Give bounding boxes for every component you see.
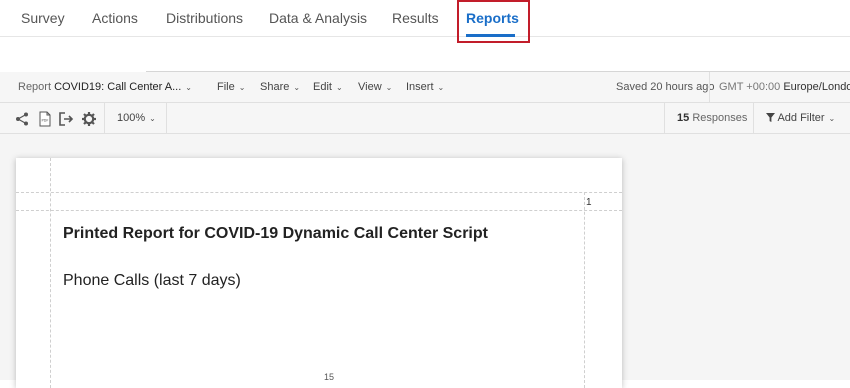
separator [166, 103, 167, 134]
timezone-selector[interactable]: GMT +00:00 Europe/London [719, 72, 850, 103]
filter-icon [766, 113, 775, 122]
report-menu-bar: Report COVID19: Call Center A... ⌄ File ⌄ … [0, 72, 850, 103]
menu-share[interactable]: Share ⌄ [260, 72, 300, 103]
add-filter-label: Add Filter [777, 112, 825, 124]
separator [709, 72, 710, 103]
report-page: 1 Printed Report for COVID-19 Dynamic Ca… [16, 158, 622, 388]
tab-data-analysis[interactable]: Data & Analysis [269, 0, 367, 37]
page-margin-guide [16, 210, 622, 211]
axis-tick-label: 15 [324, 372, 335, 382]
tab-survey[interactable]: Survey [21, 0, 65, 37]
tab-actions[interactable]: Actions [92, 0, 138, 37]
menu-insert[interactable]: Insert ⌄ [406, 72, 444, 103]
chevron-down-icon: ⌄ [185, 83, 192, 92]
reports-tab-highlight [457, 0, 530, 43]
separator [664, 103, 665, 134]
menu-view-label: View [358, 81, 382, 93]
tab-results[interactable]: Results [392, 0, 439, 37]
menu-file-label: File [217, 81, 235, 93]
chevron-down-icon: ⌄ [238, 83, 246, 92]
timezone-name: Europe/London [783, 81, 850, 93]
svg-text:PDF: PDF [41, 118, 48, 122]
menu-edit-label: Edit [313, 81, 332, 93]
tab-distributions[interactable]: Distributions [166, 0, 243, 37]
report-selector[interactable]: Report COVID19: Call Center A... ⌄ [18, 72, 192, 103]
zoom-select[interactable]: 100% ⌄ [117, 103, 156, 134]
share-nodes-icon[interactable] [14, 111, 30, 127]
page-margin-guide [50, 158, 51, 388]
chevron-down-icon: ⌄ [335, 83, 343, 92]
responses-count: 15 Responses [677, 103, 747, 134]
saved-status: Saved 20 hours ago [616, 81, 715, 93]
report-toolbar: PDF 100% ⌄ 15 Responses Add Filter ⌄ [0, 103, 850, 134]
menu-insert-label: Insert [406, 81, 434, 93]
settings-icon[interactable] [81, 111, 97, 127]
zoom-value: 100% [117, 112, 146, 124]
chevron-down-icon: ⌄ [149, 114, 156, 123]
add-filter-button[interactable]: Add Filter ⌄ [766, 103, 835, 134]
menu-share-label: Share [260, 81, 290, 93]
timezone-offset: GMT +00:00 [719, 81, 781, 93]
chart-title[interactable]: Phone Calls (last 7 days) [63, 272, 241, 290]
chevron-down-icon: ⌄ [293, 83, 301, 92]
chevron-down-icon: ⌄ [828, 114, 836, 123]
menu-file[interactable]: File ⌄ [217, 72, 245, 103]
top-navigation: Survey Actions Distributions Data & Anal… [0, 0, 850, 37]
report-title[interactable]: Printed Report for COVID-19 Dynamic Call… [63, 225, 488, 243]
page-margin-guide [16, 192, 622, 193]
responses-label: Responses [692, 112, 748, 124]
export-icon[interactable] [58, 111, 74, 127]
menu-edit[interactable]: Edit ⌄ [313, 72, 343, 103]
responses-number: 15 [677, 112, 690, 124]
separator [753, 103, 754, 134]
report-prefix: Report [18, 81, 52, 93]
chevron-down-icon: ⌄ [437, 83, 445, 92]
chevron-down-icon: ⌄ [385, 83, 393, 92]
separator [104, 103, 105, 134]
page-margin-guide [584, 192, 585, 388]
page-number: 1 [586, 197, 592, 208]
report-name: COVID19: Call Center A... [54, 81, 182, 93]
menu-view[interactable]: View ⌄ [358, 72, 392, 103]
pdf-icon[interactable]: PDF [37, 111, 53, 127]
